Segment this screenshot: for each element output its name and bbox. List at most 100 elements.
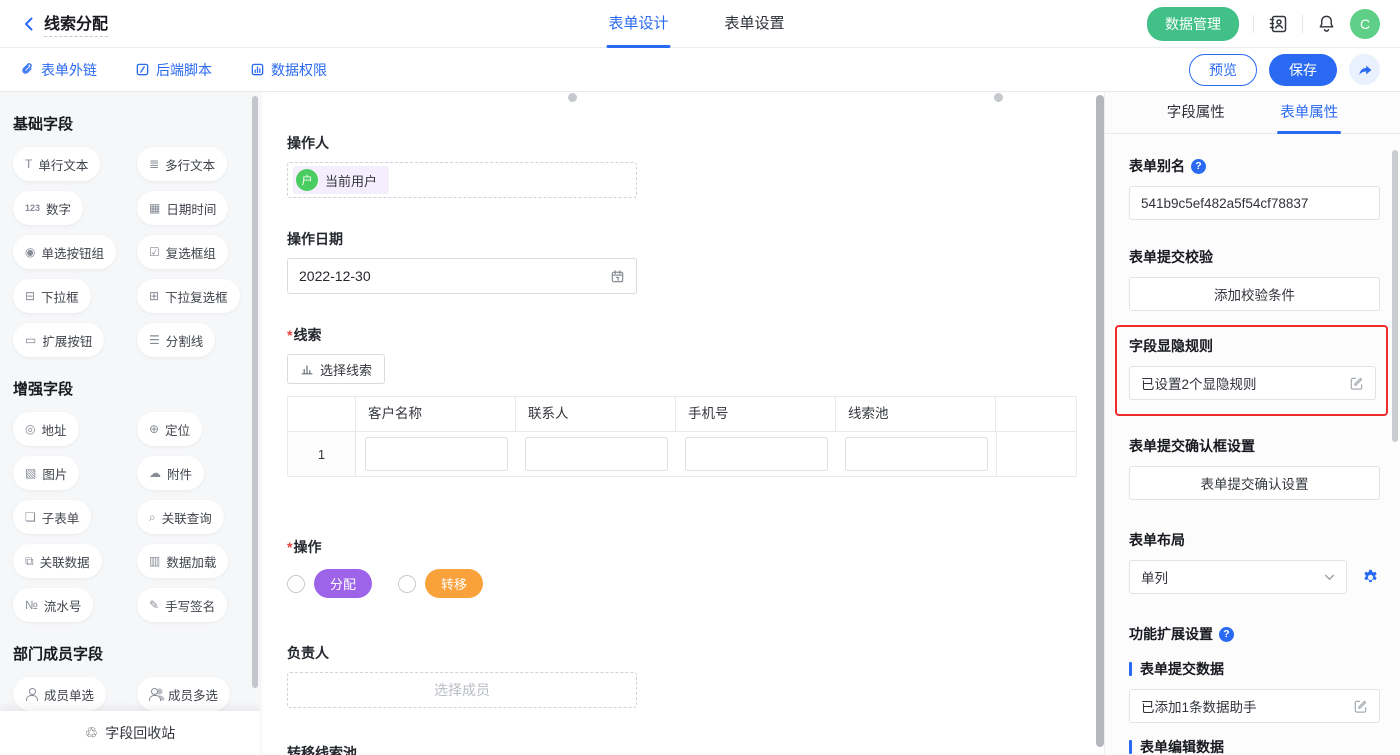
- submit-validation-label: 表单提交校验: [1129, 247, 1380, 267]
- tab-form-design[interactable]: 表单设计: [608, 0, 668, 48]
- divider: [1253, 15, 1254, 33]
- field-owner[interactable]: 负责人 选择成员: [287, 643, 1104, 708]
- tab-form-settings[interactable]: 表单设置: [724, 0, 784, 48]
- location-icon: ⊕: [149, 423, 159, 435]
- serial-number-icon: №: [25, 599, 38, 611]
- field-item-address[interactable]: ◎地址: [13, 412, 79, 446]
- field-item-multi-dropdown[interactable]: ⊞下拉复选框: [137, 279, 240, 313]
- field-item-subform[interactable]: ❏子表单: [13, 500, 91, 534]
- data-permission-action[interactable]: 数据权限: [250, 60, 327, 80]
- submit-confirm-button[interactable]: 表单提交确认设置: [1129, 466, 1380, 500]
- field-item-data-load[interactable]: ▥数据加载: [137, 544, 228, 578]
- group-title-enhanced: 增强字段: [13, 378, 260, 399]
- backend-script-action[interactable]: 后端脚本: [135, 60, 212, 80]
- form-title[interactable]: 线索分配: [44, 10, 108, 37]
- share-arrow-icon: [1357, 62, 1373, 78]
- field-item-extend-button[interactable]: ▭扩展按钮: [13, 323, 104, 357]
- field-op-date[interactable]: 操作日期 2022-12-30: [287, 229, 1104, 294]
- chevron-down-icon: [1324, 574, 1335, 581]
- help-icon[interactable]: ?: [1219, 627, 1234, 642]
- field-item-dropdown[interactable]: ⊟下拉框: [13, 279, 91, 313]
- field-item-relation-data[interactable]: ⧉关联数据: [13, 544, 102, 578]
- field-item-image[interactable]: ▧图片: [13, 456, 79, 490]
- field-item-radio-group[interactable]: ◉单选按钮组: [13, 235, 116, 269]
- operator-value-box[interactable]: 户 当前用户: [287, 162, 637, 198]
- field-item-member-single[interactable]: 成员单选: [13, 677, 106, 711]
- contact-input[interactable]: [525, 437, 668, 471]
- leads-table: 客户名称 联系人 手机号 线索池 1: [287, 396, 1077, 477]
- panel-scrollbar[interactable]: [1392, 150, 1398, 442]
- data-load-icon: ▥: [149, 555, 160, 567]
- field-item-location[interactable]: ⊕定位: [137, 412, 202, 446]
- tab-field-properties[interactable]: 字段属性: [1167, 92, 1225, 134]
- field-recycle-bin[interactable]: ♲ 字段回收站: [0, 711, 260, 755]
- layout-settings-gear-icon[interactable]: [1361, 568, 1380, 587]
- relation-query-icon: ⌕: [149, 511, 156, 523]
- form-toolbar: 表单外链 后端脚本 数据权限 预览 保存: [0, 48, 1400, 92]
- notification-bell-icon[interactable]: [1317, 14, 1336, 33]
- phone-input[interactable]: [685, 437, 828, 471]
- field-action[interactable]: *操作 分配 转移: [287, 537, 1104, 598]
- radio-group-icon: ◉: [25, 246, 35, 258]
- section-form-layout: 表单布局 单列: [1129, 530, 1380, 594]
- submit-confirm-label: 表单提交确认框设置: [1129, 436, 1380, 456]
- field-label: *操作: [287, 537, 1104, 557]
- assign-tag[interactable]: 分配: [314, 569, 372, 598]
- save-button[interactable]: 保存: [1269, 54, 1337, 86]
- add-validation-button[interactable]: 添加校验条件: [1129, 277, 1380, 311]
- data-manage-button[interactable]: 数据管理: [1147, 7, 1239, 41]
- calendar-icon: [610, 269, 625, 284]
- radio-assign[interactable]: [287, 575, 305, 593]
- field-item-divider[interactable]: ☰分割线: [137, 323, 215, 357]
- help-icon[interactable]: ?: [1191, 159, 1206, 174]
- highlight-annotation-box: 字段显隐规则 已设置2个显隐规则: [1115, 325, 1388, 416]
- share-button[interactable]: [1349, 54, 1380, 85]
- address-icon: ◎: [25, 423, 35, 435]
- user-tag-icon: 户: [296, 169, 318, 191]
- external-link-action[interactable]: 表单外链: [20, 60, 97, 80]
- field-item-attachment[interactable]: ☁附件: [137, 456, 204, 490]
- data-permission-icon: [250, 62, 265, 77]
- number-icon: 123: [25, 204, 40, 213]
- select-leads-button[interactable]: 选择线索: [287, 354, 385, 384]
- field-label: 转移线索池: [287, 743, 1104, 755]
- field-item-single-text[interactable]: T单行文本: [13, 147, 100, 181]
- field-item-checkbox-group[interactable]: ☑复选框组: [137, 235, 228, 269]
- transfer-tag[interactable]: 转移: [425, 569, 483, 598]
- preview-button[interactable]: 预览: [1189, 54, 1257, 86]
- field-operator[interactable]: 操作人 户 当前用户: [287, 133, 1104, 198]
- lead-pool-input[interactable]: [845, 437, 988, 471]
- canvas-scrollbar[interactable]: [1096, 95, 1104, 747]
- select-member-box[interactable]: 选择成员: [287, 672, 637, 708]
- field-transfer-pool[interactable]: 转移线索池: [287, 743, 1104, 755]
- edit-icon[interactable]: [1353, 699, 1368, 714]
- field-palette-sidebar: 基础字段 T单行文本 ≣多行文本 123数字 ▦日期时间 ◉单选按钮组 ☑复选框…: [0, 92, 260, 755]
- image-icon: ▧: [25, 467, 36, 479]
- contacts-book-icon[interactable]: [1268, 14, 1288, 34]
- field-item-relation-query[interactable]: ⌕关联查询: [137, 500, 224, 534]
- tab-form-properties[interactable]: 表单属性: [1280, 92, 1338, 134]
- field-item-signature[interactable]: ✎手写签名: [137, 588, 227, 622]
- divider: [1302, 15, 1303, 33]
- field-leads[interactable]: *线索 选择线索 客户名称 联系人 手机号 线索池 1: [287, 325, 1104, 477]
- field-item-serial-number[interactable]: №流水号: [13, 588, 93, 622]
- canvas-handle-dot: [994, 93, 1003, 102]
- back-button[interactable]: [20, 15, 38, 33]
- blue-bar: [1129, 662, 1132, 676]
- layout-select[interactable]: 单列: [1129, 560, 1347, 594]
- sidebar-scrollbar[interactable]: [252, 96, 258, 688]
- field-item-multi-text[interactable]: ≣多行文本: [137, 147, 227, 181]
- date-input[interactable]: 2022-12-30: [287, 258, 637, 294]
- edit-icon[interactable]: [1349, 376, 1364, 391]
- submit-data-input[interactable]: 已添加1条数据助手: [1129, 689, 1380, 723]
- customer-name-input[interactable]: [365, 437, 508, 471]
- form-layout-label: 表单布局: [1129, 530, 1380, 550]
- display-rules-input[interactable]: 已设置2个显隐规则: [1129, 366, 1376, 400]
- radio-transfer[interactable]: [398, 575, 416, 593]
- field-item-number[interactable]: 123数字: [13, 191, 83, 225]
- form-alias-input[interactable]: 541b9c5ef482a5f54cf78837: [1129, 186, 1380, 220]
- user-avatar[interactable]: C: [1350, 9, 1380, 39]
- field-item-member-multi[interactable]: 成员多选: [137, 677, 230, 711]
- display-rules-label: 字段显隐规则: [1129, 336, 1376, 356]
- field-item-datetime[interactable]: ▦日期时间: [137, 191, 228, 225]
